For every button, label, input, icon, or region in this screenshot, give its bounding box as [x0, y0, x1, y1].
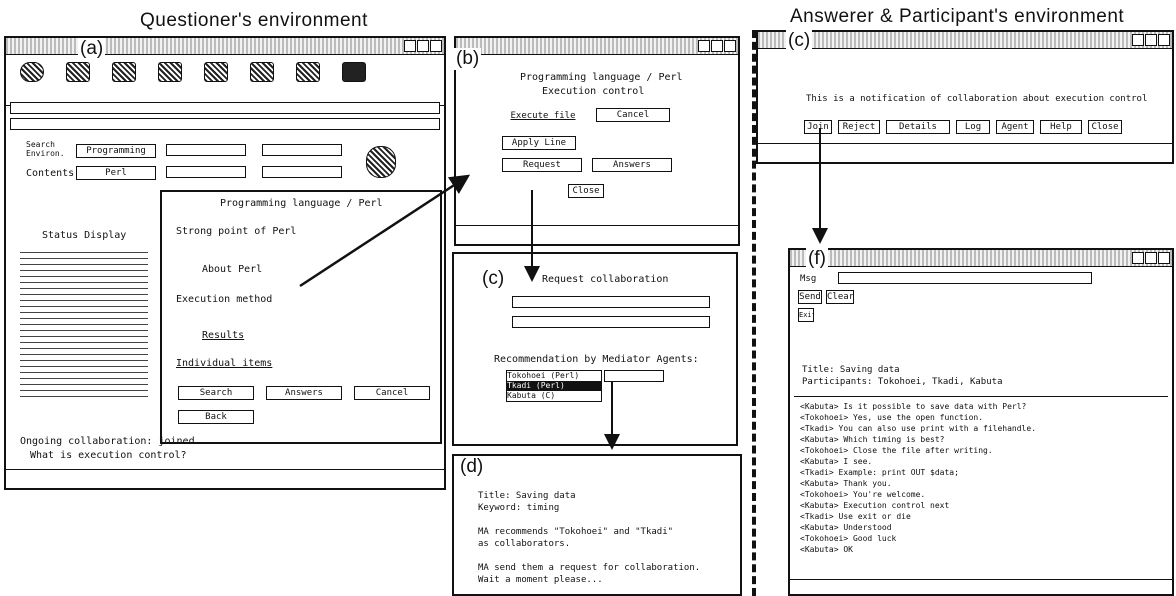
arrow-a-to-b — [299, 174, 471, 288]
flow-arrows — [299, 128, 828, 450]
